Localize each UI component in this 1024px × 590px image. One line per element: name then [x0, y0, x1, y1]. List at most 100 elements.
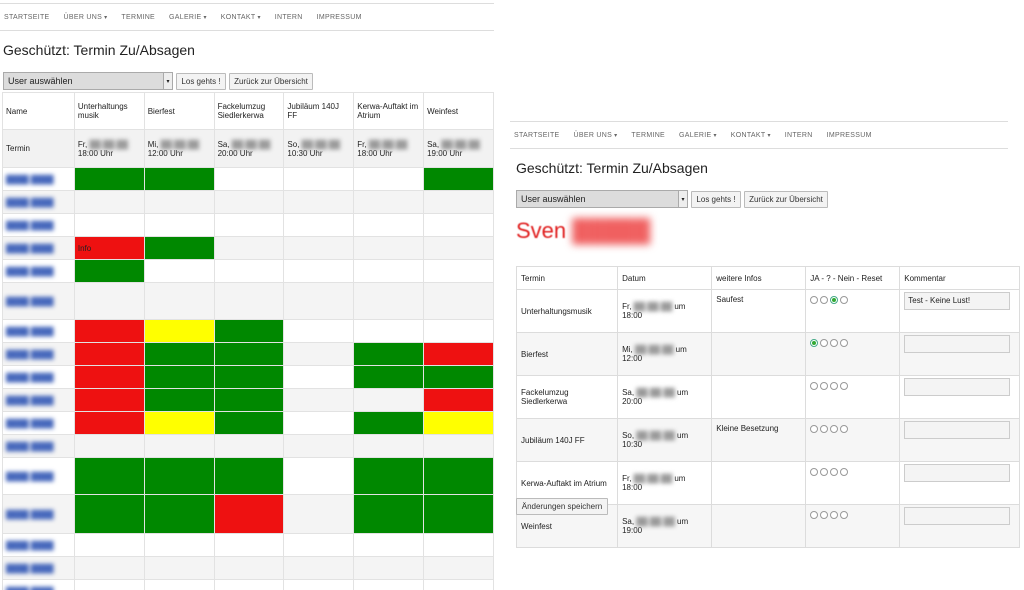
- radio-no[interactable]: [830, 511, 839, 519]
- table-row: ████ ████: [2, 556, 494, 580]
- table-row: ████ ████: [2, 365, 494, 389]
- nav-item[interactable]: KONTAKT ▾: [217, 14, 271, 21]
- attendance-grid: Name Unterhaltungs musik Bierfest Fackelum…: [2, 92, 494, 590]
- member-link-redacted[interactable]: ████ ████: [6, 350, 54, 359]
- event-date: Sa, ██.██.██ 20:00 Uhr: [213, 129, 285, 168]
- status-cell: [143, 579, 215, 590]
- member-link-redacted[interactable]: ████ ████: [6, 373, 54, 382]
- nav-item[interactable]: GALERIE ▾: [675, 132, 727, 139]
- radio-no[interactable]: [830, 339, 839, 347]
- radio-reset[interactable]: [840, 425, 849, 433]
- back-button[interactable]: Zurück zur Übersicht: [229, 73, 313, 90]
- member-link-redacted[interactable]: ████ ████: [6, 564, 54, 573]
- status-cell: [283, 282, 355, 320]
- column-header: Termin: [515, 266, 619, 290]
- nav-item[interactable]: GALERIE ▾: [165, 14, 217, 21]
- member-cell: ████ ████: [2, 342, 75, 366]
- radio-maybe[interactable]: [820, 425, 829, 433]
- member-link-redacted[interactable]: ████ ████: [6, 221, 54, 230]
- member-link-redacted[interactable]: ████ ████: [6, 267, 54, 276]
- member-link-redacted[interactable]: ████ ████: [6, 244, 54, 253]
- event-day: Fr,: [357, 139, 367, 149]
- member-link-redacted[interactable]: ████ ████: [6, 419, 54, 428]
- nav-item[interactable]: STARTSEITE: [0, 14, 60, 21]
- radio-yes[interactable]: [810, 511, 819, 519]
- radio-yes[interactable]: [810, 339, 819, 347]
- radio-maybe[interactable]: [820, 511, 829, 519]
- member-link-redacted[interactable]: ████ ████: [6, 472, 54, 481]
- member-link-redacted[interactable]: ████ ████: [6, 198, 54, 207]
- radio-reset[interactable]: [840, 339, 849, 347]
- nav-item[interactable]: IMPRESSUM: [823, 132, 882, 139]
- radio-yes[interactable]: [810, 468, 819, 476]
- nav-item[interactable]: TERMINE: [627, 132, 675, 139]
- radio-cell: [805, 289, 901, 333]
- date-cell: Fr, ██.██.██ um 18:00: [617, 289, 713, 333]
- nav-item[interactable]: STARTSEITE: [510, 132, 570, 139]
- go-button[interactable]: Los gehts !: [691, 191, 741, 208]
- nav-item-label: ÜBER UNS: [573, 131, 613, 139]
- comment-input[interactable]: [904, 335, 1011, 353]
- status-cell: [143, 167, 215, 191]
- member-cell: ████ ████: [2, 190, 75, 214]
- radio-reset[interactable]: [840, 511, 849, 519]
- comment-input[interactable]: Test - Keine Lust!: [904, 292, 1011, 310]
- status-cell: [73, 282, 145, 320]
- comment-input[interactable]: [904, 507, 1011, 525]
- radio-no[interactable]: [830, 468, 839, 476]
- nav-item[interactable]: ÜBER UNS ▾: [570, 132, 628, 139]
- status-cell: [73, 213, 145, 237]
- radio-maybe[interactable]: [820, 339, 829, 347]
- event-header: Bierfest: [143, 92, 215, 130]
- save-button[interactable]: Änderungen speichern: [516, 498, 608, 515]
- radio-maybe[interactable]: [820, 468, 829, 476]
- nav-item[interactable]: ÜBER UNS ▾: [60, 14, 118, 21]
- comment-input[interactable]: [904, 464, 1011, 482]
- comment-input[interactable]: [904, 378, 1011, 396]
- member-cell: ████ ████: [2, 319, 75, 343]
- member-link-redacted[interactable]: ████ ████: [6, 587, 54, 590]
- nav-item[interactable]: INTERN: [271, 14, 313, 21]
- user-select[interactable]: User auswählen ▾: [3, 72, 173, 90]
- status-cell: [143, 319, 215, 343]
- status-cell: [353, 457, 425, 495]
- radio-yes[interactable]: [810, 425, 819, 433]
- nav-item[interactable]: TERMINE: [117, 14, 165, 21]
- redacted-date: ██.██.██: [366, 139, 408, 149]
- member-link-redacted[interactable]: ████ ████: [6, 541, 54, 550]
- radio-reset[interactable]: [840, 296, 849, 304]
- status-cell: [73, 411, 145, 435]
- radio-yes[interactable]: [810, 296, 819, 304]
- event-date: Sa, ██.██.██ 19:00 Uhr: [423, 129, 494, 168]
- nav-item-label: IMPRESSUM: [316, 13, 362, 21]
- radio-maybe[interactable]: [820, 382, 829, 390]
- member-cell: ████ ████: [2, 457, 75, 495]
- radio-maybe[interactable]: [820, 296, 829, 304]
- member-link-redacted[interactable]: ████ ████: [6, 396, 54, 405]
- radio-no[interactable]: [830, 382, 839, 390]
- back-button[interactable]: Zurück zur Übersicht: [744, 191, 828, 208]
- member-link-redacted[interactable]: ████ ████: [6, 297, 54, 306]
- go-button[interactable]: Los gehts !: [176, 73, 226, 90]
- user-select[interactable]: User auswählen ▾: [516, 190, 688, 208]
- response-radio-group: [810, 425, 895, 433]
- nav-item[interactable]: INTERN: [781, 132, 823, 139]
- nav-item-label: STARTSEITE: [4, 13, 50, 21]
- comment-input[interactable]: [904, 421, 1011, 439]
- member-link-redacted[interactable]: ████ ████: [6, 510, 54, 519]
- radio-reset[interactable]: [840, 468, 849, 476]
- member-link-redacted[interactable]: ████ ████: [6, 442, 54, 451]
- status-cell: [143, 457, 215, 495]
- radio-reset[interactable]: [840, 382, 849, 390]
- radio-no[interactable]: [830, 425, 839, 433]
- nav-item[interactable]: IMPRESSUM: [313, 14, 372, 21]
- radio-yes[interactable]: [810, 382, 819, 390]
- info-text: Kleine Besetzung: [716, 424, 779, 433]
- member-link-redacted[interactable]: ████ ████: [6, 327, 54, 336]
- radio-no[interactable]: [830, 296, 839, 304]
- member-link-redacted[interactable]: ████ ████: [6, 175, 54, 184]
- date-cell: Sa, ██.██.██ um 20:00: [617, 375, 713, 419]
- status-cell: [213, 533, 285, 557]
- nav-item[interactable]: KONTAKT ▾: [727, 132, 781, 139]
- radio-cell: [805, 461, 901, 505]
